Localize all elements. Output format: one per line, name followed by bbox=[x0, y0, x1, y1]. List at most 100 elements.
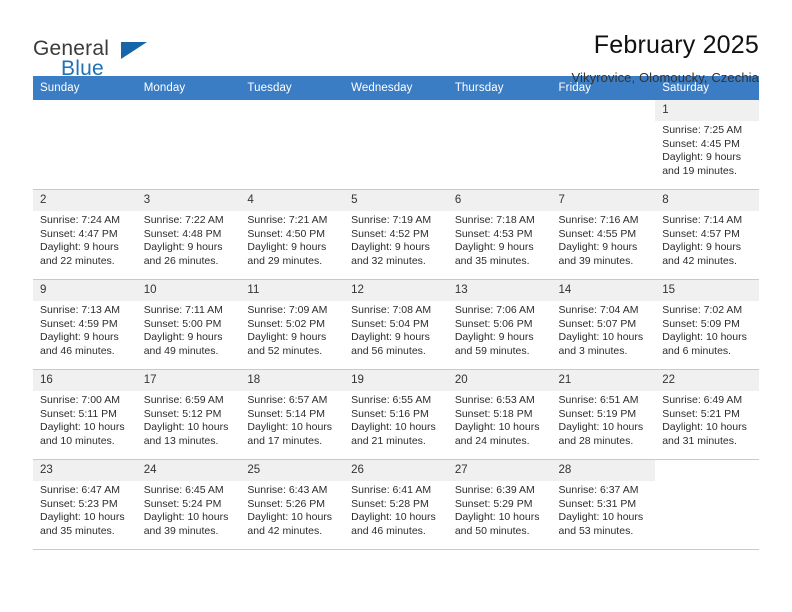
day-cell-inner: 3 Sunrise: 7:22 AM Sunset: 4:48 PM Daylight… bbox=[136, 190, 241, 279]
sunrise-time: Sunrise: 6:37 AM bbox=[558, 484, 639, 496]
day-cell-inner: 19 Sunrise: 6:55 AM Sunset: 5:16 PM Dayligh… bbox=[344, 370, 448, 459]
calendar-week-row: 16 Sunrise: 7:00 AM Sunset: 5:11 PM Dayligh… bbox=[33, 369, 759, 460]
weekday-header-tuesday: Tuesday bbox=[240, 76, 345, 100]
daylight-duration-line2: and 35 minutes. bbox=[40, 524, 115, 537]
calendar-day-cell[interactable]: 24 Sunrise: 6:45 AM Sunset: 5:24 PM Dayligh… bbox=[136, 459, 241, 550]
day-number: 28 bbox=[551, 460, 656, 481]
day-number: 11 bbox=[240, 280, 345, 301]
calendar-day-cell[interactable]: 4 Sunrise: 7:21 AM Sunset: 4:50 PM Daylight… bbox=[240, 189, 345, 280]
sunrise-time: Sunrise: 6:41 AM bbox=[351, 484, 432, 496]
daylight-duration-line1: Daylight: 9 hours bbox=[351, 331, 430, 344]
daylight-duration-line1: Daylight: 9 hours bbox=[662, 241, 742, 254]
daylight-duration-line1: Daylight: 10 hours bbox=[454, 511, 540, 524]
calendar-day-cell[interactable]: 1 Sunrise: 7:25 AM Sunset: 4:45 PM Daylight… bbox=[655, 100, 759, 190]
calendar-day-cell[interactable]: 18 Sunrise: 6:57 AM Sunset: 5:14 PM Dayligh… bbox=[240, 369, 345, 460]
day-cell-inner: 28 Sunrise: 6:37 AM Sunset: 5:31 PM Dayligh… bbox=[551, 460, 656, 549]
sunset-time: Sunset: 5:14 PM bbox=[247, 407, 326, 420]
calendar-day-cell[interactable]: 28 Sunrise: 6:37 AM Sunset: 5:31 PM Dayligh… bbox=[551, 459, 656, 550]
calendar-day-cell[interactable]: 25 Sunrise: 6:43 AM Sunset: 5:26 PM Dayligh… bbox=[240, 459, 345, 550]
day-details: Sunrise: 7:24 AM Sunset: 4:47 PM Daylight:… bbox=[33, 211, 137, 268]
sunset-time: Sunset: 4:53 PM bbox=[454, 227, 533, 240]
day-cell-inner: 14 Sunrise: 7:04 AM Sunset: 5:07 PM Dayligh… bbox=[551, 280, 656, 369]
calendar-day-cell[interactable]: 21 Sunrise: 6:51 AM Sunset: 5:19 PM Dayligh… bbox=[551, 369, 656, 460]
calendar-day-cell[interactable]: 12 Sunrise: 7:08 AM Sunset: 5:04 PM Dayligh… bbox=[344, 279, 448, 370]
day-cell-inner: 1 Sunrise: 7:25 AM Sunset: 4:45 PM Daylight… bbox=[655, 100, 759, 189]
calendar-day-cell[interactable]: 15 Sunrise: 7:02 AM Sunset: 5:09 PM Dayligh… bbox=[655, 279, 759, 370]
day-cell-inner: 11 Sunrise: 7:09 AM Sunset: 5:02 PM Dayligh… bbox=[240, 280, 345, 369]
daylight-duration-line1: Daylight: 10 hours bbox=[143, 511, 229, 524]
sunrise-time: Sunrise: 7:06 AM bbox=[454, 304, 535, 316]
calendar-day-cell[interactable]: 6 Sunrise: 7:18 AM Sunset: 4:53 PM Daylight… bbox=[447, 189, 552, 280]
daylight-duration-line2: and 46 minutes. bbox=[351, 524, 426, 537]
sunset-time: Sunset: 5:00 PM bbox=[143, 317, 222, 330]
sunset-time: Sunset: 5:29 PM bbox=[454, 497, 533, 510]
day-number: 21 bbox=[551, 370, 656, 391]
calendar-day-cell-empty bbox=[136, 100, 241, 190]
calendar-day-cell-empty bbox=[240, 100, 345, 190]
calendar-day-cell[interactable]: 2 Sunrise: 7:24 AM Sunset: 4:47 PM Daylight… bbox=[33, 189, 137, 280]
sunrise-time: Sunrise: 6:39 AM bbox=[454, 484, 535, 496]
sunrise-time: Sunrise: 7:14 AM bbox=[662, 214, 743, 226]
sunset-time: Sunset: 5:04 PM bbox=[351, 317, 429, 330]
calendar-day-cell[interactable]: 16 Sunrise: 7:00 AM Sunset: 5:11 PM Dayligh… bbox=[33, 369, 137, 460]
calendar-week-row: 1 Sunrise: 7:25 AM Sunset: 4:45 PM Daylight… bbox=[33, 100, 759, 190]
sunrise-time: Sunrise: 6:59 AM bbox=[143, 394, 224, 406]
general-blue-logo: General Blue bbox=[33, 32, 153, 84]
day-details: Sunrise: 6:51 AM Sunset: 5:19 PM Daylight:… bbox=[552, 391, 656, 448]
calendar-day-cell[interactable]: 5 Sunrise: 7:19 AM Sunset: 4:52 PM Daylight… bbox=[344, 189, 448, 280]
calendar-page: General Blue February 2025 Vikyrovice, O… bbox=[0, 0, 792, 612]
daylight-duration-line2: and 49 minutes. bbox=[143, 344, 219, 357]
sunrise-time: Sunrise: 6:45 AM bbox=[143, 484, 224, 496]
daylight-duration-line2: and 39 minutes. bbox=[143, 524, 219, 537]
calendar-day-cell[interactable]: 8 Sunrise: 7:14 AM Sunset: 4:57 PM Daylight… bbox=[655, 189, 759, 280]
calendar-table: Sunday Monday Tuesday Wednesday Thursday… bbox=[33, 76, 759, 550]
day-cell-inner: 13 Sunrise: 7:06 AM Sunset: 5:06 PM Dayligh… bbox=[447, 280, 552, 369]
sunrise-time: Sunrise: 7:25 AM bbox=[662, 124, 743, 136]
day-number: 18 bbox=[240, 370, 345, 391]
calendar-day-cell[interactable]: 14 Sunrise: 7:04 AM Sunset: 5:07 PM Dayligh… bbox=[551, 279, 656, 370]
day-number: 5 bbox=[344, 190, 448, 211]
sunset-time: Sunset: 4:48 PM bbox=[143, 227, 222, 240]
calendar-day-cell[interactable]: 19 Sunrise: 6:55 AM Sunset: 5:16 PM Dayligh… bbox=[344, 369, 448, 460]
calendar-day-cell[interactable]: 27 Sunrise: 6:39 AM Sunset: 5:29 PM Dayligh… bbox=[447, 459, 552, 550]
daylight-duration-line1: Daylight: 9 hours bbox=[454, 331, 534, 344]
sunrise-time: Sunrise: 7:04 AM bbox=[558, 304, 639, 316]
sunset-time: Sunset: 5:02 PM bbox=[247, 317, 326, 330]
calendar-day-cell[interactable]: 11 Sunrise: 7:09 AM Sunset: 5:02 PM Dayligh… bbox=[240, 279, 345, 370]
daylight-duration-line1: Daylight: 10 hours bbox=[247, 421, 333, 434]
calendar-day-cell-empty bbox=[551, 100, 656, 190]
calendar-day-cell[interactable]: 3 Sunrise: 7:22 AM Sunset: 4:48 PM Daylight… bbox=[136, 189, 241, 280]
daylight-duration-line1: Daylight: 9 hours bbox=[351, 241, 430, 254]
calendar-day-cell[interactable]: 26 Sunrise: 6:41 AM Sunset: 5:28 PM Dayligh… bbox=[344, 459, 448, 550]
calendar-day-cell[interactable]: 17 Sunrise: 6:59 AM Sunset: 5:12 PM Dayligh… bbox=[136, 369, 241, 460]
day-number: 15 bbox=[655, 280, 759, 301]
calendar-day-cell[interactable]: 9 Sunrise: 7:13 AM Sunset: 4:59 PM Daylight… bbox=[33, 279, 137, 370]
calendar-day-cell[interactable]: 13 Sunrise: 7:06 AM Sunset: 5:06 PM Dayligh… bbox=[447, 279, 552, 370]
daylight-duration-line1: Daylight: 9 hours bbox=[143, 331, 223, 344]
sunset-time: Sunset: 5:23 PM bbox=[40, 497, 118, 510]
sunrise-time: Sunrise: 6:51 AM bbox=[558, 394, 639, 406]
day-details: Sunrise: 6:57 AM Sunset: 5:14 PM Daylight:… bbox=[240, 391, 344, 448]
calendar-day-cell[interactable]: 7 Sunrise: 7:16 AM Sunset: 4:55 PM Daylight… bbox=[551, 189, 656, 280]
sunrise-time: Sunrise: 6:47 AM bbox=[40, 484, 120, 496]
daylight-duration-line2: and 46 minutes. bbox=[40, 344, 115, 357]
sunset-time: Sunset: 5:09 PM bbox=[662, 317, 740, 330]
daylight-duration-line2: and 17 minutes. bbox=[247, 434, 323, 447]
daylight-duration-line1: Daylight: 10 hours bbox=[247, 511, 333, 524]
sunset-time: Sunset: 5:26 PM bbox=[247, 497, 326, 510]
daylight-duration-line2: and 21 minutes. bbox=[351, 434, 426, 447]
day-number: 8 bbox=[655, 190, 759, 211]
calendar-day-cell[interactable]: 22 Sunrise: 6:49 AM Sunset: 5:21 PM Dayligh… bbox=[655, 369, 759, 460]
day-number: 24 bbox=[136, 460, 241, 481]
calendar-week-row: 2 Sunrise: 7:24 AM Sunset: 4:47 PM Daylight… bbox=[33, 189, 759, 280]
calendar-day-cell[interactable]: 10 Sunrise: 7:11 AM Sunset: 5:00 PM Dayligh… bbox=[136, 279, 241, 370]
day-number: 12 bbox=[344, 280, 448, 301]
day-details: Sunrise: 6:37 AM Sunset: 5:31 PM Daylight:… bbox=[552, 481, 656, 538]
sunrise-time: Sunrise: 6:53 AM bbox=[454, 394, 535, 406]
calendar-day-cell[interactable]: 23 Sunrise: 6:47 AM Sunset: 5:23 PM Dayligh… bbox=[33, 459, 137, 550]
sunset-time: Sunset: 4:45 PM bbox=[662, 137, 740, 150]
daylight-duration-line1: Daylight: 10 hours bbox=[558, 421, 644, 434]
calendar-day-cell[interactable]: 20 Sunrise: 6:53 AM Sunset: 5:18 PM Dayligh… bbox=[447, 369, 552, 460]
sunset-time: Sunset: 4:55 PM bbox=[558, 227, 637, 240]
sunset-time: Sunset: 5:07 PM bbox=[558, 317, 637, 330]
